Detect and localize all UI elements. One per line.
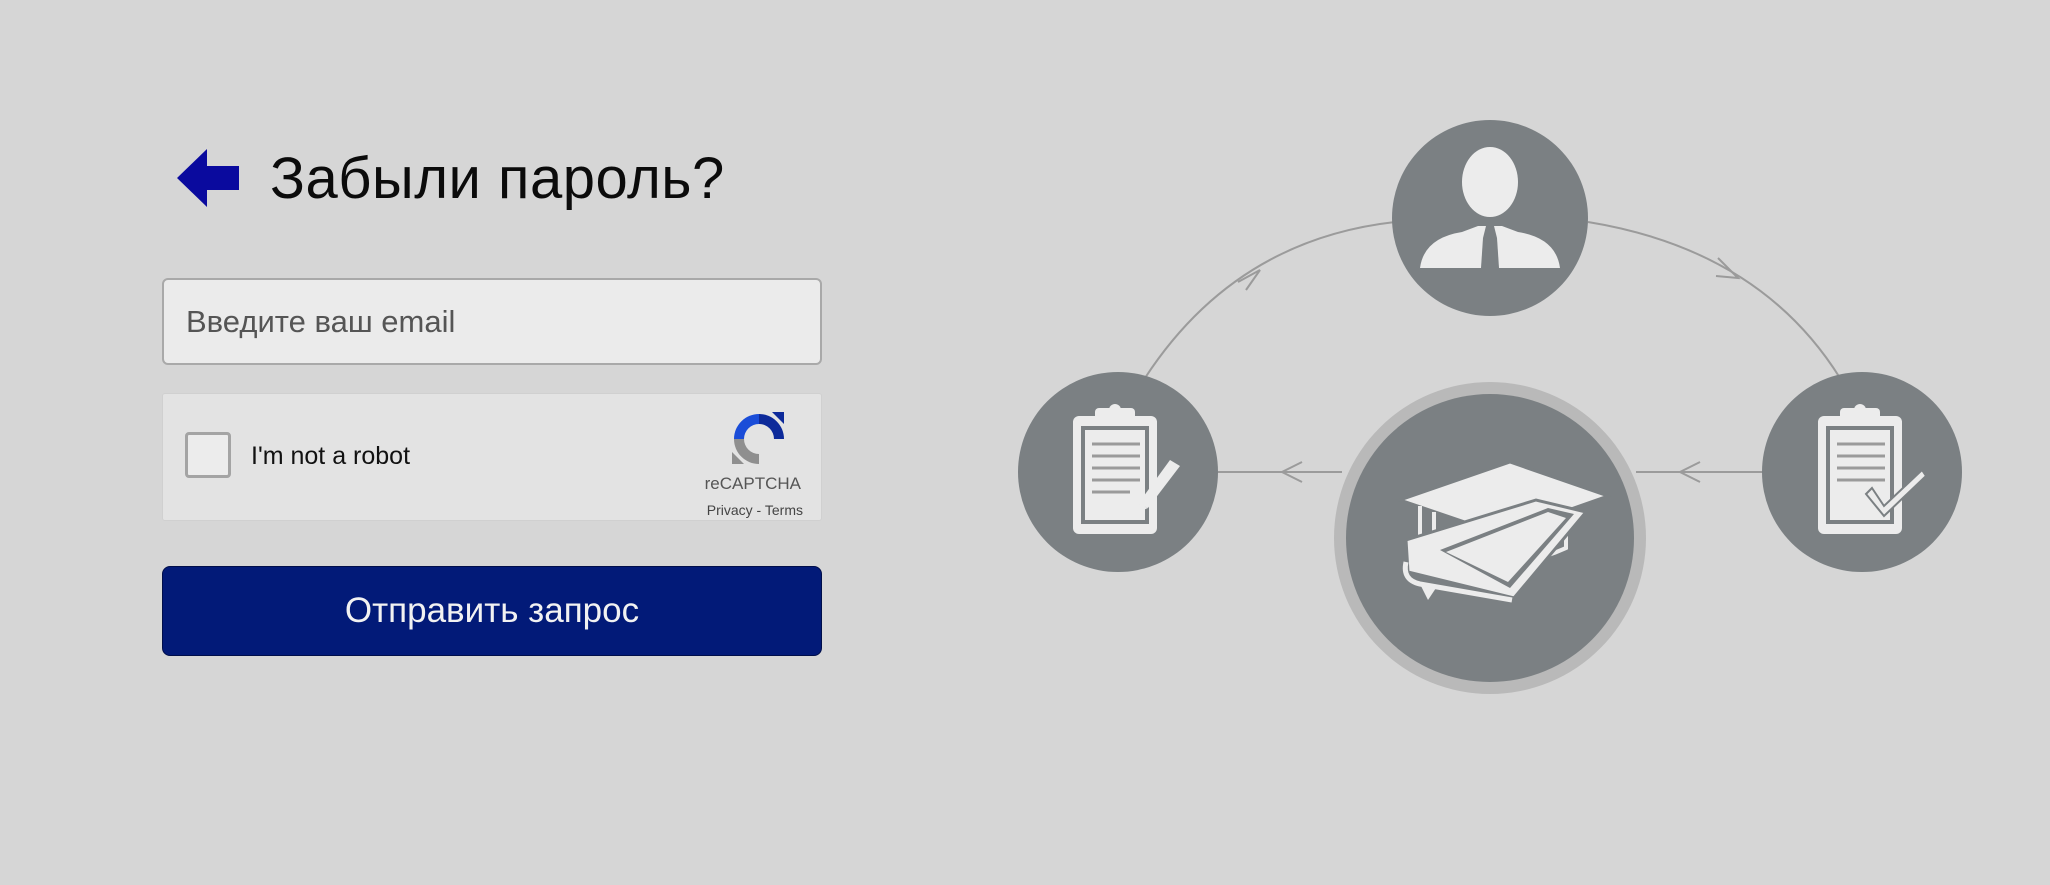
graduation-book-node — [1334, 382, 1646, 694]
clipboard-edit-node — [1018, 372, 1218, 572]
person-node — [1392, 120, 1588, 316]
clipboard-check-node — [1762, 372, 1962, 572]
process-illustration — [1018, 120, 1962, 694]
page: Забыли пароль? I'm not a robot reCAPTCHA… — [0, 0, 2050, 885]
